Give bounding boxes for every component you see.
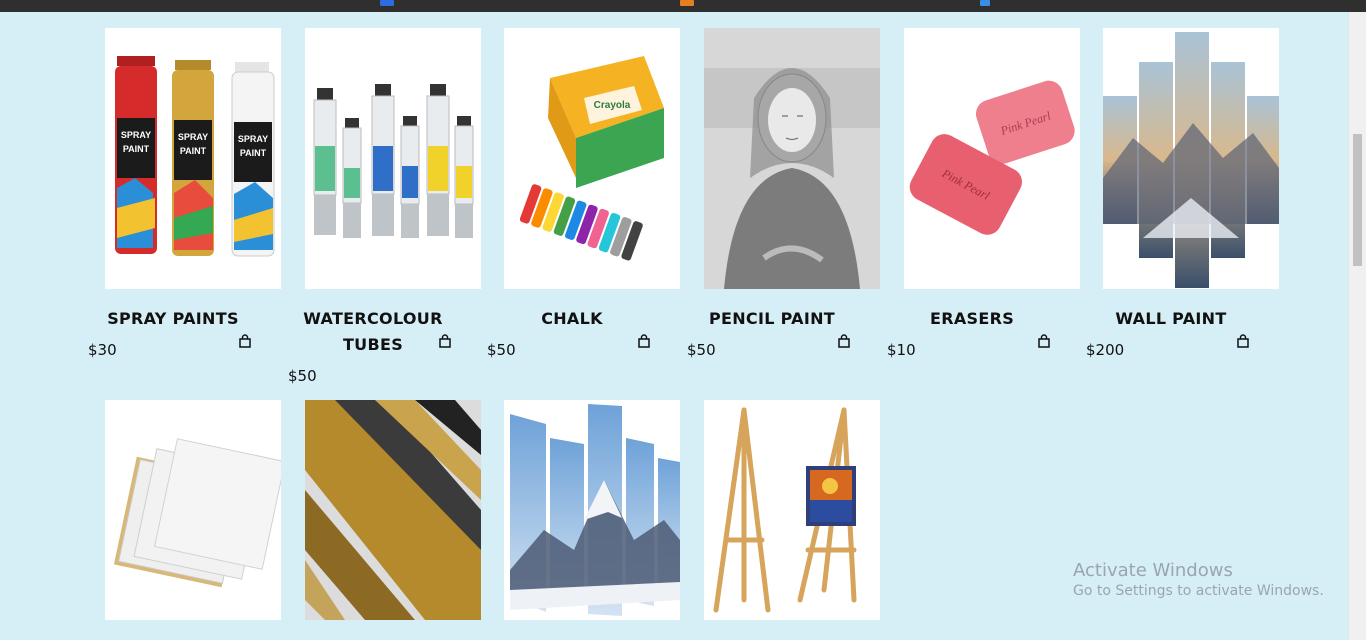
svg-text:SPRAY: SPRAY [121,130,151,140]
product-price: $200 [1086,341,1125,359]
product-image-easels[interactable] [704,400,880,620]
scrollbar-thumb[interactable] [1353,134,1362,266]
watermark-title: Activate Windows [1073,560,1233,581]
svg-text:SPRAY: SPRAY [178,132,208,142]
product-price: $50 [487,341,516,359]
product-title: SPRAY PAINTS [107,309,239,328]
activate-windows-watermark: Activate Windows Go to Settings to activ… [1073,560,1324,599]
product-price: $50 [687,341,716,359]
svg-text:Crayola: Crayola [594,100,631,111]
browser-bookmarks-bar [0,0,1366,12]
product-title: PENCIL PAINT [708,309,835,328]
product-image-erasers[interactable]: Pink Pearl Pink Pearl [904,28,1080,289]
shopping-bag-icon[interactable] [438,334,452,348]
product-title: ERASERS [929,309,1015,328]
product-image-pencil-paint[interactable] [704,28,880,289]
product-price: $10 [887,341,916,359]
shopping-bag-icon[interactable] [637,334,651,348]
shopping-bag-icon[interactable] [1037,334,1051,348]
product-image-chalk[interactable]: Crayola [504,28,680,289]
product-image-canvases[interactable] [105,400,281,620]
product-price: $50 [288,367,317,385]
product-image-watercolour-tubes[interactable] [305,28,481,289]
product-title: WATERCOLOUR TUBES [303,309,443,354]
svg-text:PAINT: PAINT [240,148,267,158]
product-image-spray-paints[interactable]: SPRAY PAINT SPRAY PAINT SPRAY PAINT [105,28,281,289]
product-title: CHALK [541,309,603,328]
svg-text:PAINT: PAINT [180,146,207,156]
svg-text:PAINT: PAINT [123,144,150,154]
shopping-bag-icon[interactable] [837,334,851,348]
product-image-frames[interactable] [305,400,481,620]
shopping-bag-icon[interactable] [1236,334,1250,348]
shopping-bag-icon[interactable] [238,334,252,348]
svg-text:SPRAY: SPRAY [238,134,268,144]
product-price: $30 [88,341,117,359]
product-image-mountain-canvas[interactable] [504,400,680,620]
product-title: WALL PAINT [1115,309,1227,328]
watermark-subtitle: Go to Settings to activate Windows. [1073,583,1324,599]
product-image-wall-paint[interactable] [1103,28,1279,289]
page-scrollbar[interactable] [1348,12,1366,640]
